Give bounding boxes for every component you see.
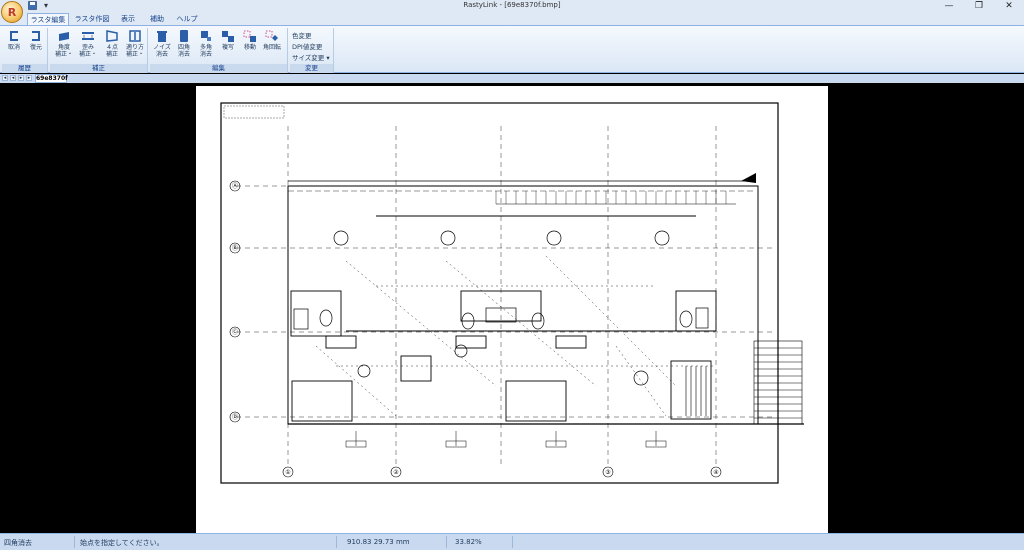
status-prompt: 始点を指定してください。 (80, 539, 164, 547)
status-mode: 四角消去 (4, 539, 32, 547)
window-title: RastyLink - [69e8370f.bmp] (463, 1, 561, 9)
status-divider (446, 536, 447, 548)
ribbon-tab-bar: ラスタ編集 ラスタ作図 表示 補助 ヘルプ (0, 13, 1024, 25)
group-edit: ノイズ 消去 四角 消去 多角 消去 複写 移動 角回転 編集 (150, 28, 288, 73)
status-bar: 四角消去 始点を指定してください。 910.83 29.73 mm 33.82% (0, 533, 1024, 550)
drawing-sheet[interactable]: Ⓐ Ⓑ Ⓒ Ⓓ ① ② ③ ④ (196, 86, 828, 533)
move-label: 移動 (243, 44, 256, 51)
four-point-icon (106, 30, 118, 42)
group-change-label: 変更 (290, 64, 333, 73)
skew-correction-button[interactable]: 角度 補正・ (53, 29, 75, 58)
distortion-icon (82, 32, 94, 40)
next-doc-icon[interactable]: ▸ (18, 75, 24, 81)
row-label-d: Ⓓ (232, 413, 238, 421)
redo-icon (32, 31, 40, 41)
status-divider (512, 536, 513, 548)
group-edit-label: 編集 (150, 64, 287, 73)
skew-icon (59, 32, 69, 41)
color-change-button[interactable]: 色変更 (292, 30, 312, 40)
document-tab-bar: ◂ ◂ ▸ ▸ 69e8370f (0, 74, 1024, 83)
close-button[interactable]: ✕ (994, 0, 1024, 13)
restore-button[interactable]: ❐ (964, 0, 994, 13)
col-label-1: ① (285, 469, 290, 476)
tab-assist[interactable]: 補助 (145, 13, 169, 25)
undo-button[interactable]: 取消 (3, 29, 25, 51)
group-correction-label: 補正 (50, 64, 147, 73)
first-doc-icon[interactable]: ◂ (2, 75, 8, 81)
poly-erase-button[interactable]: 多角 消去 (195, 29, 217, 58)
undo-icon (10, 31, 18, 41)
noise-label-2: 消去 (155, 51, 168, 58)
tab-help[interactable]: ヘルプ (173, 13, 201, 25)
move-button[interactable]: 移動 (239, 29, 261, 51)
col-label-2: ② (393, 469, 399, 476)
noise-label-1: ノイズ (153, 44, 171, 51)
fit-icon (129, 30, 141, 42)
rect-erase-button[interactable]: 四角 消去 (173, 29, 195, 58)
copy-icon (222, 31, 234, 42)
group-history-label: 履歴 (2, 64, 47, 73)
document-tab[interactable]: 69e8370f (35, 74, 68, 83)
status-divider (74, 536, 75, 548)
fit-correction-button[interactable]: 適り方 補正・ (124, 29, 146, 58)
copy-button[interactable]: 複写 (217, 29, 239, 51)
status-zoom: 33.82% (455, 538, 482, 546)
fourpt-label-2: 補正 (105, 51, 118, 58)
redo-button[interactable]: 復元 (25, 29, 47, 51)
redo-label: 復元 (29, 44, 42, 51)
row-label-c: Ⓒ (232, 328, 238, 336)
distortion-correction-button[interactable]: 歪み 補正・ (77, 29, 99, 58)
row-label-b: Ⓑ (232, 244, 238, 252)
fit-label-1: 適り方 (125, 44, 144, 51)
canvas-area[interactable]: Ⓐ Ⓑ Ⓒ Ⓓ ① ② ③ ④ (0, 83, 1024, 533)
title-bar: ▾ RastyLink - [69e8370f.bmp] — ❐ ✕ (0, 0, 1024, 13)
window-controls: — ❐ ✕ (934, 0, 1024, 13)
application-menu-button[interactable]: R (1, 1, 23, 23)
tab-raster-edit[interactable]: ラスタ編集 (27, 13, 69, 25)
row-label-a: Ⓐ (232, 182, 238, 190)
four-point-correction-button[interactable]: ４点 補正 (101, 29, 123, 58)
prev-doc-icon[interactable]: ◂ (10, 75, 16, 81)
minimize-button[interactable]: — (934, 0, 964, 13)
col-label-4: ④ (713, 469, 718, 476)
rotate-icon (265, 30, 278, 41)
tab-view[interactable]: 表示 (116, 13, 140, 25)
group-history: 取消 復元 履歴 (2, 28, 48, 73)
undo-label: 取消 (7, 44, 20, 51)
rotate-label: 角回転 (262, 44, 281, 51)
copy-label: 複写 (221, 44, 234, 51)
fourpt-label-1: ４点 (105, 44, 118, 51)
rect-erase-icon (180, 30, 188, 42)
size-change-button[interactable]: サイズ変更 ▾ (292, 52, 330, 62)
trash-icon (157, 31, 167, 42)
skew-label-2: 補正・ (54, 51, 73, 58)
dpi-change-button[interactable]: DPI値変更 (292, 41, 322, 51)
poly-erase-icon (201, 31, 211, 41)
distort-label-2: 補正・ (78, 51, 97, 58)
group-correction: 角度 補正・ 歪み 補正・ ４点 補正 適り方 補正・ 補正 (50, 28, 148, 73)
distort-label-1: 歪み (81, 44, 94, 51)
status-coordinates: 910.83 29.73 mm (347, 538, 410, 546)
rect-label-2: 消去 (177, 51, 190, 58)
noise-erase-button[interactable]: ノイズ 消去 (151, 29, 173, 58)
status-divider (336, 536, 337, 548)
poly-label-2: 消去 (199, 51, 212, 58)
group-change: 色変更 DPI値変更 サイズ変更 ▾ 変更 (290, 28, 334, 73)
dropdown-arrow-icon: ▾ (326, 54, 330, 62)
ribbon-panel: 取消 復元 履歴 角度 補正・ 歪み 補正・ ４点 補正 適り方 補正・ 補正 … (0, 25, 1024, 73)
rect-label-1: 四角 (177, 44, 190, 51)
move-icon (243, 30, 256, 42)
tab-raster-draw[interactable]: ラスタ作図 (72, 13, 112, 25)
fit-label-2: 補正・ (125, 51, 144, 58)
rotate-button[interactable]: 角回転 (261, 29, 283, 51)
skew-label-1: 角度 (57, 44, 70, 51)
size-change-label: サイズ変更 (292, 54, 325, 62)
poly-label-1: 多角 (199, 44, 212, 51)
floor-plan-drawing: Ⓐ Ⓑ Ⓒ Ⓓ ① ② ③ ④ (220, 102, 804, 484)
last-doc-icon[interactable]: ▸ (26, 75, 32, 81)
col-label-3: ③ (605, 469, 610, 476)
